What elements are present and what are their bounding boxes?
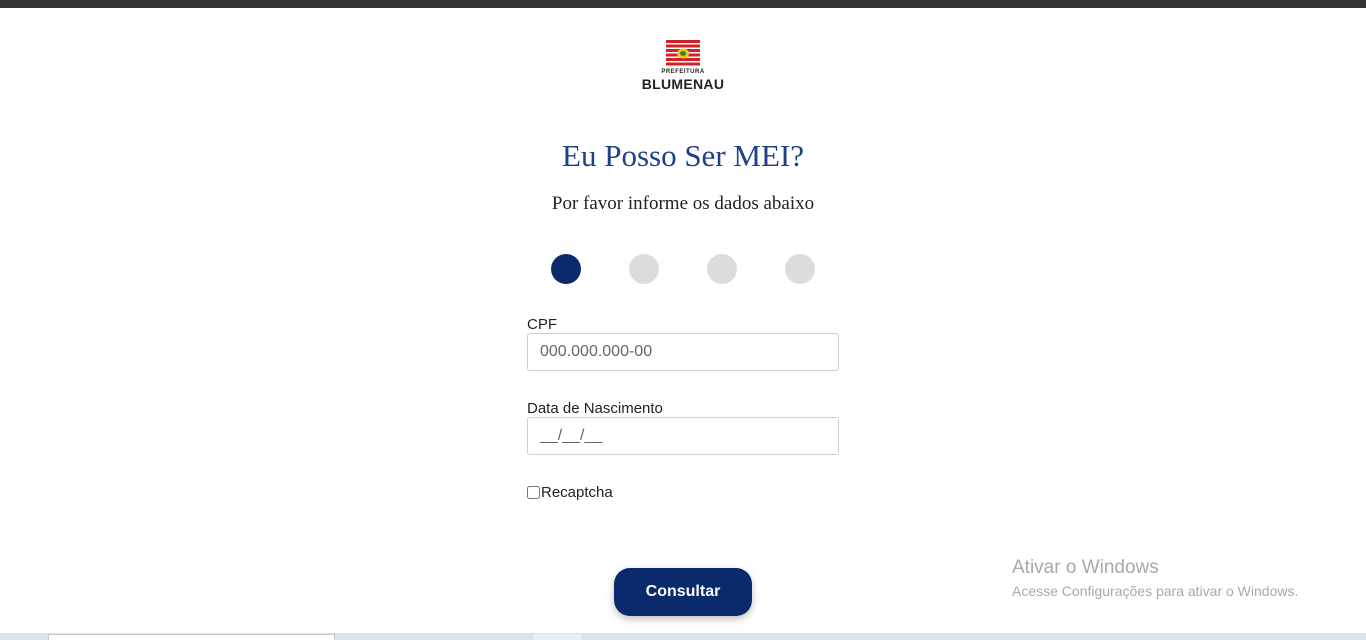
birthdate-label: Data de Nascimento <box>527 400 663 417</box>
step-2-dot <box>629 254 659 284</box>
step-1-dot <box>551 254 581 284</box>
blumenau-flag-icon <box>666 40 700 66</box>
recaptcha-label: Recaptcha <box>541 484 613 501</box>
recaptcha-checkbox[interactable] <box>527 486 540 499</box>
recaptcha-row: Recaptcha <box>527 484 613 501</box>
consultar-button[interactable]: Consultar <box>614 568 752 616</box>
page-subtitle: Por favor informe os dados abaixo <box>551 193 815 214</box>
taskbar-panel <box>48 634 335 640</box>
prefeitura-blumenau-logo: PREFEITURA BLUMENAU <box>636 40 730 92</box>
windows-activation-title: Ativar o Windows <box>1012 557 1159 578</box>
cpf-label: CPF <box>527 316 557 333</box>
step-4-dot <box>785 254 815 284</box>
birthdate-input[interactable] <box>527 417 839 455</box>
browser-top-bar <box>0 0 1366 8</box>
page-title: Eu Posso Ser MEI? <box>562 138 804 173</box>
windows-activation-subtitle: Acesse Configurações para ativar o Windo… <box>1012 583 1299 599</box>
step-3-dot <box>707 254 737 284</box>
cpf-input[interactable] <box>527 333 839 371</box>
logo-prefeitura-text: PREFEITURA <box>661 69 705 75</box>
logo-blumenau-text: BLUMENAU <box>641 76 725 92</box>
taskbar-item <box>534 634 582 640</box>
